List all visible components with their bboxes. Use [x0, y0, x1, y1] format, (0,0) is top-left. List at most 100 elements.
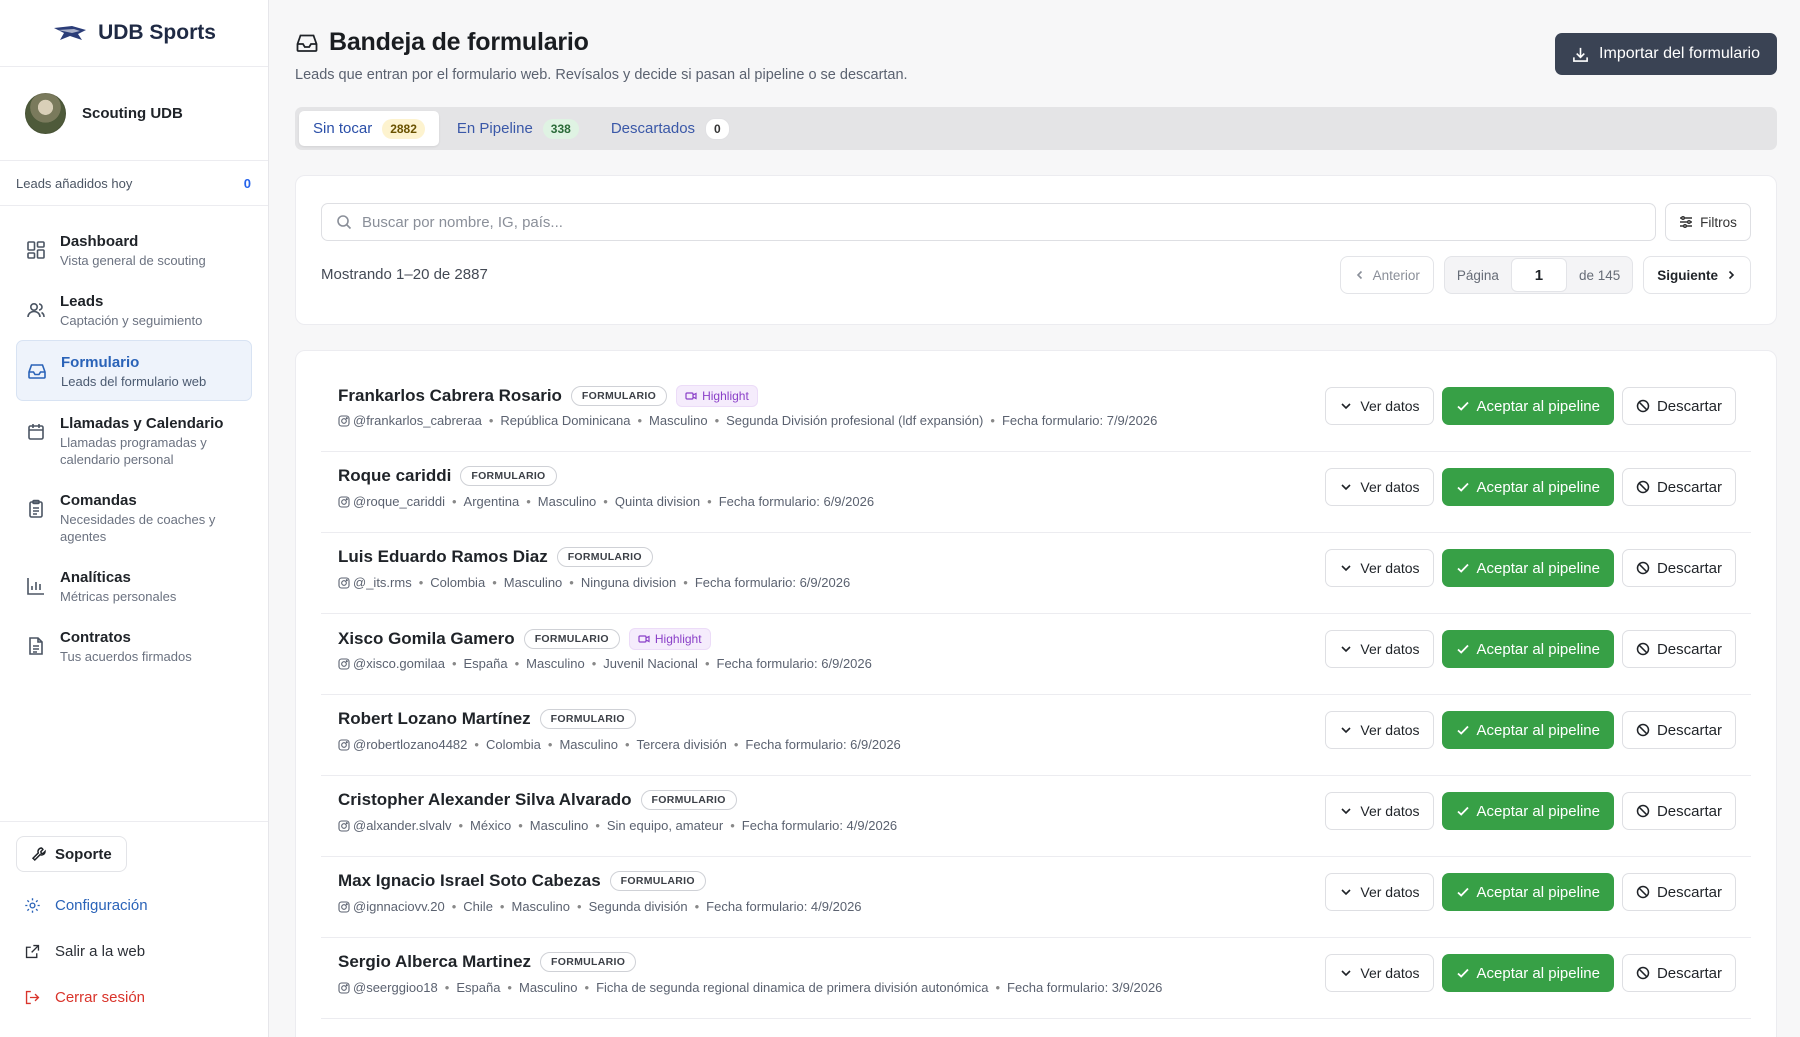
settings-link[interactable]: Configuración	[16, 892, 252, 918]
brand[interactable]: UDB Sports	[0, 0, 268, 67]
check-icon	[1456, 644, 1469, 654]
discard-button[interactable]: Descartar	[1621, 630, 1736, 668]
lead-name[interactable]: Frankarlos Cabrera Rosario	[338, 386, 562, 406]
sidebar-item-comandas[interactable]: Comandas Necesidades de coaches y agentes	[16, 479, 252, 555]
lead-instagram: @_its.rms	[353, 575, 412, 590]
sidebar-item-subtitle: Captación y seguimiento	[60, 313, 203, 328]
lead-form-date: Fecha formulario: 7/9/2026	[1001, 413, 1158, 428]
page-number-input[interactable]: 1	[1510, 258, 1567, 292]
lead-name[interactable]: Sergio Alberca Martinez	[338, 952, 531, 972]
avatar	[25, 93, 66, 134]
separator: •	[547, 737, 553, 752]
lead-actions: Ver datos Aceptar al pipeline Descartar	[1325, 792, 1736, 830]
lead-name[interactable]: Max Ignacio Israel Soto Cabezas	[338, 871, 601, 891]
discard-button[interactable]: Descartar	[1621, 468, 1736, 506]
list-item: Xisco Gomila Gamero FORMULARIO Highlight…	[321, 614, 1751, 695]
chevron-down-icon	[1341, 403, 1351, 410]
discard-label: Descartar	[1656, 478, 1722, 496]
sidebar-item-leads[interactable]: Leads Captación y seguimiento	[16, 280, 252, 339]
user-profile[interactable]: Scouting UDB	[0, 67, 268, 161]
filters-button[interactable]: Filtros	[1665, 203, 1751, 241]
lead-form-date: Fecha formulario: 4/9/2026	[706, 899, 862, 914]
sidebar-item-subtitle: Métricas personales	[60, 589, 177, 604]
prev-page-button[interactable]: Anterior	[1339, 256, 1434, 294]
sidebar-item-title: Comandas	[60, 492, 137, 509]
logout-label: Cerrar sesión	[55, 988, 146, 1006]
view-data-button[interactable]: Ver datos	[1325, 954, 1434, 992]
view-data-button[interactable]: Ver datos	[1325, 549, 1434, 587]
discard-button[interactable]: Descartar	[1621, 954, 1736, 992]
discard-button[interactable]: Descartar	[1621, 387, 1736, 425]
accept-pipeline-button[interactable]: Aceptar al pipeline	[1441, 711, 1614, 749]
discard-label: Descartar	[1656, 397, 1722, 415]
view-data-button[interactable]: Ver datos	[1325, 468, 1434, 506]
accept-pipeline-button[interactable]: Aceptar al pipeline	[1441, 468, 1614, 506]
view-data-button[interactable]: Ver datos	[1325, 387, 1434, 425]
instagram-icon	[338, 495, 350, 508]
lead-instagram: @alxander.slvalv	[353, 818, 452, 833]
sidebar-item-contratos[interactable]: Contratos Tus acuerdos firmados	[16, 616, 252, 675]
tab-sin-tocar[interactable]: Sin tocar 2882	[299, 111, 439, 146]
support-button[interactable]: Soporte	[16, 836, 127, 872]
lead-instagram: @frankarlos_cabreraa	[353, 413, 482, 428]
lead-country: México	[470, 818, 512, 833]
accept-pipeline-button[interactable]: Aceptar al pipeline	[1441, 387, 1614, 425]
ban-icon	[1636, 399, 1650, 413]
highlight-badge: Highlight	[676, 385, 758, 407]
view-data-button[interactable]: Ver datos	[1325, 630, 1434, 668]
lead-name[interactable]: Robert Lozano Martínez	[338, 709, 531, 729]
discard-button[interactable]: Descartar	[1621, 549, 1736, 587]
view-data-button[interactable]: Ver datos	[1325, 711, 1434, 749]
accept-pipeline-button[interactable]: Aceptar al pipeline	[1441, 873, 1614, 911]
lead-gender: Masculino	[518, 980, 578, 995]
instagram-icon	[338, 981, 350, 994]
accept-pipeline-button[interactable]: Aceptar al pipeline	[1441, 630, 1614, 668]
discard-label: Descartar	[1656, 883, 1722, 901]
accept-pipeline-button[interactable]: Aceptar al pipeline	[1441, 549, 1614, 587]
lead-name[interactable]: Luis Eduardo Ramos Diaz	[338, 547, 548, 567]
accept-label: Aceptar al pipeline	[1476, 559, 1600, 577]
accept-pipeline-button[interactable]: Aceptar al pipeline	[1441, 792, 1614, 830]
next-page-button[interactable]: Siguiente	[1643, 256, 1751, 294]
sidebar-item-formulario[interactable]: Formulario Leads del formulario web	[16, 340, 252, 401]
import-form-button[interactable]: Importar del formulario	[1555, 33, 1777, 75]
search-field[interactable]	[321, 203, 1656, 241]
accept-pipeline-button[interactable]: Aceptar al pipeline	[1441, 954, 1614, 992]
view-data-label: Ver datos	[1360, 803, 1420, 819]
chevron-down-icon	[1341, 565, 1351, 572]
lead-name[interactable]: Xisco Gomila Gamero	[338, 629, 515, 649]
instagram-icon	[338, 819, 350, 832]
discard-button[interactable]: Descartar	[1621, 711, 1736, 749]
chevron-left-icon	[1356, 270, 1362, 280]
lead-name[interactable]: Cristopher Alexander Silva Alvarado	[338, 790, 632, 810]
leads-list: Frankarlos Cabrera Rosario FORMULARIO Hi…	[295, 350, 1777, 1037]
download-icon	[1573, 47, 1588, 62]
exit-web-link[interactable]: Salir a la web	[16, 938, 252, 964]
lead-name[interactable]: Roque cariddi	[338, 466, 451, 486]
sidebar-item-subtitle: Vista general de scouting	[60, 253, 206, 268]
lead-country: España	[456, 980, 501, 995]
lead-form-date: Fecha formulario: 4/9/2026	[741, 818, 898, 833]
separator: •	[990, 413, 995, 428]
lead-meta: @ignnaciovv.20 • Chile • Masculino • Seg…	[338, 899, 862, 914]
chevron-down-icon	[1341, 889, 1351, 896]
logout-link[interactable]: Cerrar sesión	[16, 984, 252, 1010]
tab-descartados[interactable]: Descartados 0	[597, 111, 744, 146]
list-item: Max Ignacio Israel Soto Cabezas FORMULAR…	[321, 857, 1751, 938]
form-badge: FORMULARIO	[640, 790, 737, 810]
lead-gender: Masculino	[503, 575, 563, 590]
list-item: Sergio Alberca Martinez FORMULARIO @seer…	[321, 938, 1751, 1019]
check-icon	[1456, 401, 1469, 411]
discard-button[interactable]: Descartar	[1621, 873, 1736, 911]
view-data-button[interactable]: Ver datos	[1325, 792, 1434, 830]
sidebar-item-analiticas[interactable]: Analíticas Métricas personales	[16, 556, 252, 615]
sidebar-item-calendar[interactable]: Llamadas y Calendario Llamadas programada…	[16, 402, 252, 478]
view-data-button[interactable]: Ver datos	[1325, 873, 1434, 911]
tab-en-pipeline[interactable]: En Pipeline 338	[443, 111, 593, 146]
tab-label: En Pipeline	[456, 120, 533, 137]
sidebar-item-dashboard[interactable]: Dashboard Vista general de scouting	[16, 220, 252, 279]
discard-button[interactable]: Descartar	[1621, 792, 1736, 830]
search-input[interactable]	[362, 213, 1642, 231]
lead-meta: @robertlozano4482 • Colombia • Masculino…	[338, 737, 901, 752]
leads-today-label: Leads añadidos hoy	[16, 175, 133, 191]
